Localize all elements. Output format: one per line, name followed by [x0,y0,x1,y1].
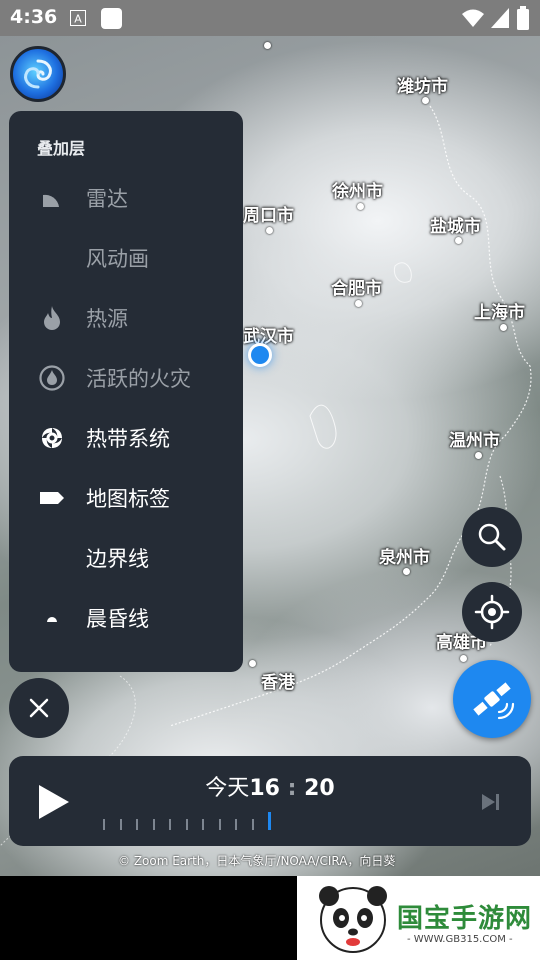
layer-item-label: 边界线 [86,547,149,571]
city-dot [403,568,410,575]
timeline-tick[interactable] [119,819,122,830]
keyboard-a-icon: A [70,10,86,26]
timeline-tick[interactable] [152,819,155,830]
timeline-minute: 20 [304,776,335,801]
timeline-tick[interactable] [169,819,171,830]
timeline-day: 今天 [205,776,250,801]
wifi-icon [462,9,484,27]
crosshair-icon [474,594,510,630]
layer-item-label: 地图标签 [86,487,170,511]
status-time: 4:36 [10,6,58,28]
city-label: 武汉市 [243,327,294,347]
app-square-icon [101,8,122,29]
svg-text:A: A [74,13,82,26]
close-layers-button[interactable] [9,678,69,738]
satellite-icon [473,682,515,720]
locate-button[interactable] [462,582,522,642]
current-location-marker[interactable] [248,343,272,367]
close-icon [29,698,49,718]
watermark-brand: 国宝手游网 [397,904,533,934]
timeline-tick[interactable] [103,819,105,830]
city-dot [455,237,462,244]
timeline-scrubber[interactable] [103,812,283,830]
flame-icon [44,306,60,330]
layer-item-borders[interactable]: 边界线 [9,527,243,587]
timeline-current-time: 今天16 : 20 [205,776,335,801]
city-dot [249,660,256,667]
city-dot [422,97,429,104]
layer-item-wind-animation[interactable]: 风动画 [9,227,243,287]
city-dot [355,300,362,307]
city-dot [357,203,364,210]
timeline-tick-active[interactable] [268,812,271,830]
city-dot [266,227,273,234]
layer-item-label: 热源 [86,307,128,331]
layer-item-label: 活跃的火灾 [86,367,191,391]
panda-logo-icon [319,886,387,953]
skip-forward-icon [482,794,499,810]
layer-item-terminator[interactable]: 晨昏线 [9,587,243,647]
city-label: 徐州市 [332,182,383,202]
city-dot [264,42,271,49]
label-tag-icon [40,492,64,504]
city-label: 周口市 [243,206,294,226]
skip-to-end-button[interactable] [479,790,503,814]
layer-item-map-labels[interactable]: 地图标签 [9,467,243,527]
layer-item-label: 雷达 [86,187,128,211]
swirl-icon [24,59,52,89]
city-label: 上海市 [474,303,525,323]
hurricane-icon [42,428,62,448]
map-attribution: © Zoom Earth，日本气象厅/NOAA/CIRA，向日葵 [118,854,396,868]
watermark-url: - WWW.GB315.COM - [407,934,513,945]
city-label: 香港 [261,673,295,693]
fire-circle-icon [39,365,65,391]
radar-icon [43,194,59,207]
city-label: 盐城市 [430,217,481,237]
layer-item-active-fires[interactable]: 活跃的火灾 [9,347,243,407]
timeline-tick[interactable] [136,819,138,830]
site-watermark: 国宝手游网 - WWW.GB315.COM - [297,876,540,960]
satellite-view-button[interactable] [453,660,531,738]
city-label: 泉州市 [379,548,430,568]
layer-item-label: 晨昏线 [86,607,149,631]
signal-icon [491,8,509,28]
timeline-panel: 今天16 : 20 [9,756,531,846]
layer-item-label: 热带系统 [86,427,170,451]
timeline-tick[interactable] [218,819,221,830]
timeline-tick[interactable] [235,819,237,830]
city-label: 温州市 [449,431,500,451]
search-icon [478,523,506,551]
timeline-tick[interactable] [251,819,254,830]
timeline-hour: 16 [249,776,280,801]
app-logo-button[interactable] [10,46,66,102]
battery-icon [517,6,529,30]
city-dot [500,324,507,331]
layer-item-radar[interactable]: 雷达 [9,167,243,227]
layers-panel-title: 叠加层 [37,139,86,158]
city-label: 合肥市 [331,279,382,299]
layer-item-tropical-systems[interactable]: 热带系统 [9,407,243,467]
timeline-tick[interactable] [185,819,188,830]
search-button[interactable] [462,507,522,567]
layers-panel: 叠加层 雷达 风动画 热源 活跃的火灾 热带系统 地图标签 边界线 晨昏线 [9,111,243,672]
city-label: 潍坊市 [397,77,448,97]
layer-item-label: 风动画 [86,247,149,271]
status-bar: 4:36 A [0,0,540,36]
city-dot [475,452,482,459]
timeline-tick[interactable] [202,819,204,830]
terminator-icon [47,617,57,622]
layer-item-heat-sources[interactable]: 热源 [9,287,243,347]
